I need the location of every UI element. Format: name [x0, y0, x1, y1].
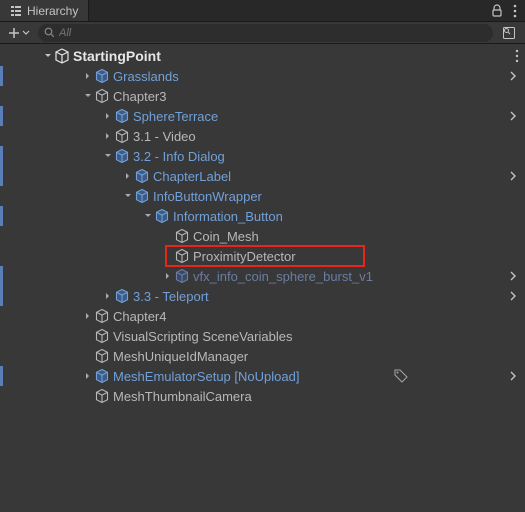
gameobject-cube-icon [94, 328, 110, 344]
hierarchy-item-coinmesh[interactable]: Coin_Mesh [0, 226, 525, 246]
gameobject-cube-icon [174, 248, 190, 264]
item-label: Coin_Mesh [193, 229, 259, 244]
foldout-icon[interactable] [82, 72, 94, 80]
foldout-icon[interactable] [102, 292, 114, 300]
foldout-icon[interactable] [102, 152, 114, 160]
prefab-bar [0, 106, 3, 126]
item-label: 3.1 - Video [133, 129, 196, 144]
hierarchy-item-sphereterrace[interactable]: SphereTerrace [0, 106, 525, 126]
foldout-icon[interactable] [102, 112, 114, 120]
search-icon [44, 27, 55, 38]
item-label: SphereTerrace [133, 109, 218, 124]
open-prefab-icon[interactable] [507, 111, 519, 121]
hierarchy-item-informationbutton[interactable]: Information_Button [0, 206, 525, 226]
hierarchy-item-chapterlabel[interactable]: ChapterLabel [0, 166, 525, 186]
foldout-icon[interactable] [102, 132, 114, 140]
prefab-bar [0, 366, 3, 386]
scene-name: StartingPoint [73, 48, 161, 64]
foldout-icon[interactable] [162, 272, 174, 280]
foldout-icon[interactable] [122, 192, 134, 200]
scene-row[interactable]: StartingPoint [0, 46, 525, 66]
gameobject-cube-icon [94, 348, 110, 364]
foldout-icon[interactable] [142, 212, 154, 220]
hierarchy-item-infodialog[interactable]: 3.2 - Info Dialog [0, 146, 525, 166]
item-label: 3.3 - Teleport [133, 289, 209, 304]
gameobject-cube-icon [114, 128, 130, 144]
item-label: Information_Button [173, 209, 283, 224]
prefab-bar [0, 266, 3, 286]
tab-title: Hierarchy [27, 4, 78, 18]
item-label: Grasslands [113, 69, 179, 84]
search-input[interactable] [59, 27, 487, 39]
hierarchy-window: Hierarchy [0, 0, 525, 512]
item-label: InfoButtonWrapper [153, 189, 262, 204]
hierarchy-item-chapter4[interactable]: Chapter4 [0, 306, 525, 326]
create-dropdown[interactable] [5, 24, 33, 42]
item-label: VisualScripting SceneVariables [113, 329, 292, 344]
scene-icon [54, 48, 70, 64]
open-prefab-icon[interactable] [507, 271, 519, 281]
item-label: ProximityDetector [193, 249, 296, 264]
prefab-cube-icon [174, 268, 190, 284]
gameobject-cube-icon [94, 88, 110, 104]
gameobject-cube-icon [174, 228, 190, 244]
prefab-cube-icon [134, 188, 150, 204]
open-prefab-icon[interactable] [507, 371, 519, 381]
foldout-icon[interactable] [122, 172, 134, 180]
prefab-bar [0, 146, 3, 166]
hierarchy-item-infobuttonwrapper[interactable]: InfoButtonWrapper [0, 186, 525, 206]
plus-icon [8, 27, 20, 39]
prefab-cube-icon [94, 68, 110, 84]
lock-icon[interactable] [491, 4, 503, 18]
item-label: Chapter3 [113, 89, 166, 104]
item-label: MeshUniqueIdManager [113, 349, 248, 364]
prefab-bar [0, 66, 3, 86]
prefab-bar [0, 166, 3, 186]
hierarchy-tab[interactable]: Hierarchy [0, 0, 89, 21]
item-label: MeshThumbnailCamera [113, 389, 252, 404]
open-prefab-icon[interactable] [507, 71, 519, 81]
search-field[interactable] [38, 24, 493, 42]
toolbar [0, 22, 525, 44]
item-label: Chapter4 [113, 309, 166, 324]
hierarchy-item-emulator[interactable]: MeshEmulatorSetup [NoUpload] [0, 366, 525, 386]
item-label: MeshEmulatorSetup [NoUpload] [113, 369, 299, 384]
hierarchy-tree[interactable]: StartingPoint Grasslands Chapter3 Sphere… [0, 44, 525, 512]
hierarchy-item-chapter3[interactable]: Chapter3 [0, 86, 525, 106]
gameobject-cube-icon [94, 308, 110, 324]
hierarchy-tab-icon [10, 5, 22, 17]
prefab-bar [0, 286, 3, 306]
hierarchy-item-teleport[interactable]: 3.3 - Teleport [0, 286, 525, 306]
tag-icon [394, 369, 408, 383]
hierarchy-item-vsv[interactable]: VisualScripting SceneVariables [0, 326, 525, 346]
prefab-cube-icon [154, 208, 170, 224]
item-label: ChapterLabel [153, 169, 231, 184]
tab-bar: Hierarchy [0, 0, 525, 22]
foldout-icon[interactable] [82, 92, 94, 100]
prefab-cube-icon [134, 168, 150, 184]
hierarchy-item-thumb[interactable]: MeshThumbnailCamera [0, 386, 525, 406]
open-prefab-icon[interactable] [507, 291, 519, 301]
hierarchy-item-video[interactable]: 3.1 - Video [0, 126, 525, 146]
hierarchy-item-vfxcoin[interactable]: vfx_info_coin_sphere_burst_v1 [0, 266, 525, 286]
prefab-cube-icon [114, 288, 130, 304]
scene-menu-icon[interactable] [515, 49, 519, 63]
prefab-cube-icon [114, 148, 130, 164]
foldout-icon[interactable] [82, 372, 94, 380]
foldout-open-icon[interactable] [42, 52, 54, 60]
item-label: 3.2 - Info Dialog [133, 149, 225, 164]
prefab-bar [0, 206, 3, 226]
hierarchy-item-proximitydetector[interactable]: ProximityDetector [0, 246, 525, 266]
hierarchy-item-grasslands[interactable]: Grasslands [0, 66, 525, 86]
prefab-cube-icon [94, 368, 110, 384]
item-label: vfx_info_coin_sphere_burst_v1 [193, 269, 373, 284]
open-prefab-icon[interactable] [507, 171, 519, 181]
prefab-cube-icon [114, 108, 130, 124]
kebab-menu-icon[interactable] [513, 4, 517, 18]
hierarchy-item-muid[interactable]: MeshUniqueIdManager [0, 346, 525, 366]
chevron-down-icon [22, 29, 30, 37]
search-filter-picker[interactable] [498, 24, 520, 42]
gameobject-cube-icon [94, 388, 110, 404]
foldout-icon[interactable] [82, 312, 94, 320]
